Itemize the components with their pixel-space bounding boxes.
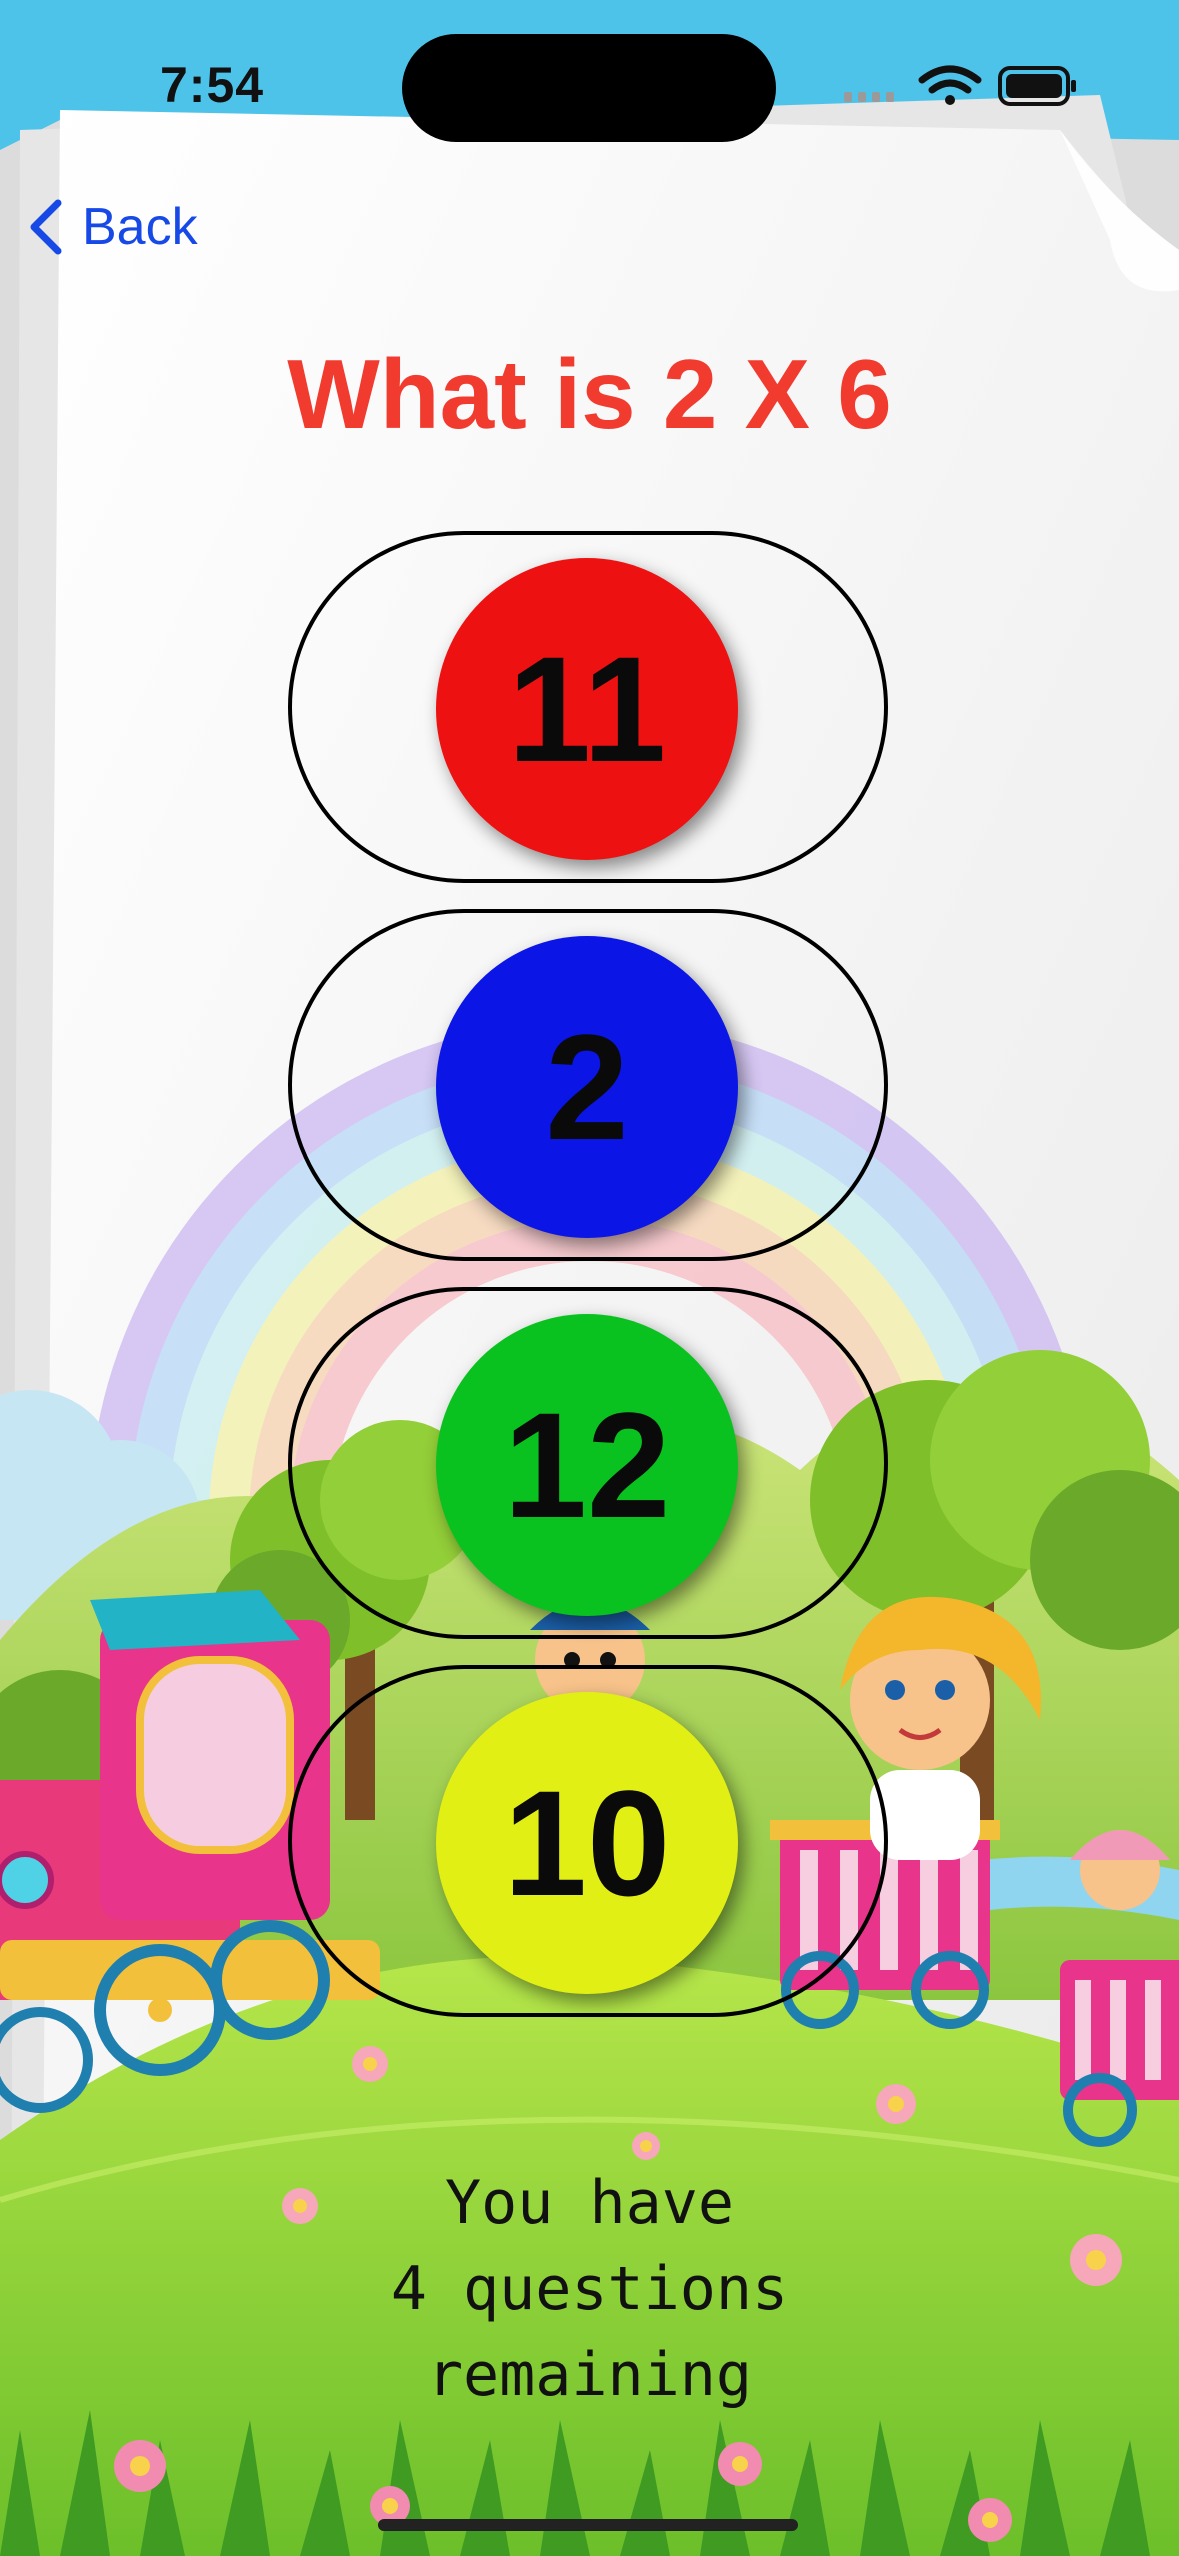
answer-button-2[interactable]: 2 (436, 936, 738, 1238)
home-indicator (378, 2519, 798, 2531)
answer-button-1[interactable]: 11 (436, 558, 738, 860)
answer-label: 10 (503, 1759, 671, 1927)
battery-icon (998, 66, 1076, 106)
status-icons (844, 65, 1076, 106)
answer-label: 12 (503, 1381, 671, 1549)
remaining-questions-text: You have 4 questions remaining (0, 2160, 1179, 2418)
wifi-icon (918, 65, 982, 105)
answer-button-3[interactable]: 12 (436, 1314, 738, 1616)
remaining-line: remaining (426, 2340, 753, 2410)
remaining-line: You have (445, 2168, 734, 2238)
question-title: What is 2 X 6 (287, 339, 892, 449)
status-time: 7:54 (160, 57, 265, 113)
answer-button-4[interactable]: 10 (436, 1692, 738, 1994)
app-screen: 7:54 Back What is 2 X 6 11 2 12 10 You h… (0, 0, 1179, 2556)
dynamic-island (402, 34, 776, 142)
cellular-signal-icon (844, 92, 894, 102)
remaining-line: 4 questions (390, 2254, 789, 2324)
back-label: Back (82, 198, 198, 256)
answer-label: 2 (545, 1003, 629, 1171)
answer-label: 11 (507, 625, 667, 793)
back-button[interactable]: Back (24, 192, 198, 262)
chevron-left-icon (30, 199, 62, 255)
